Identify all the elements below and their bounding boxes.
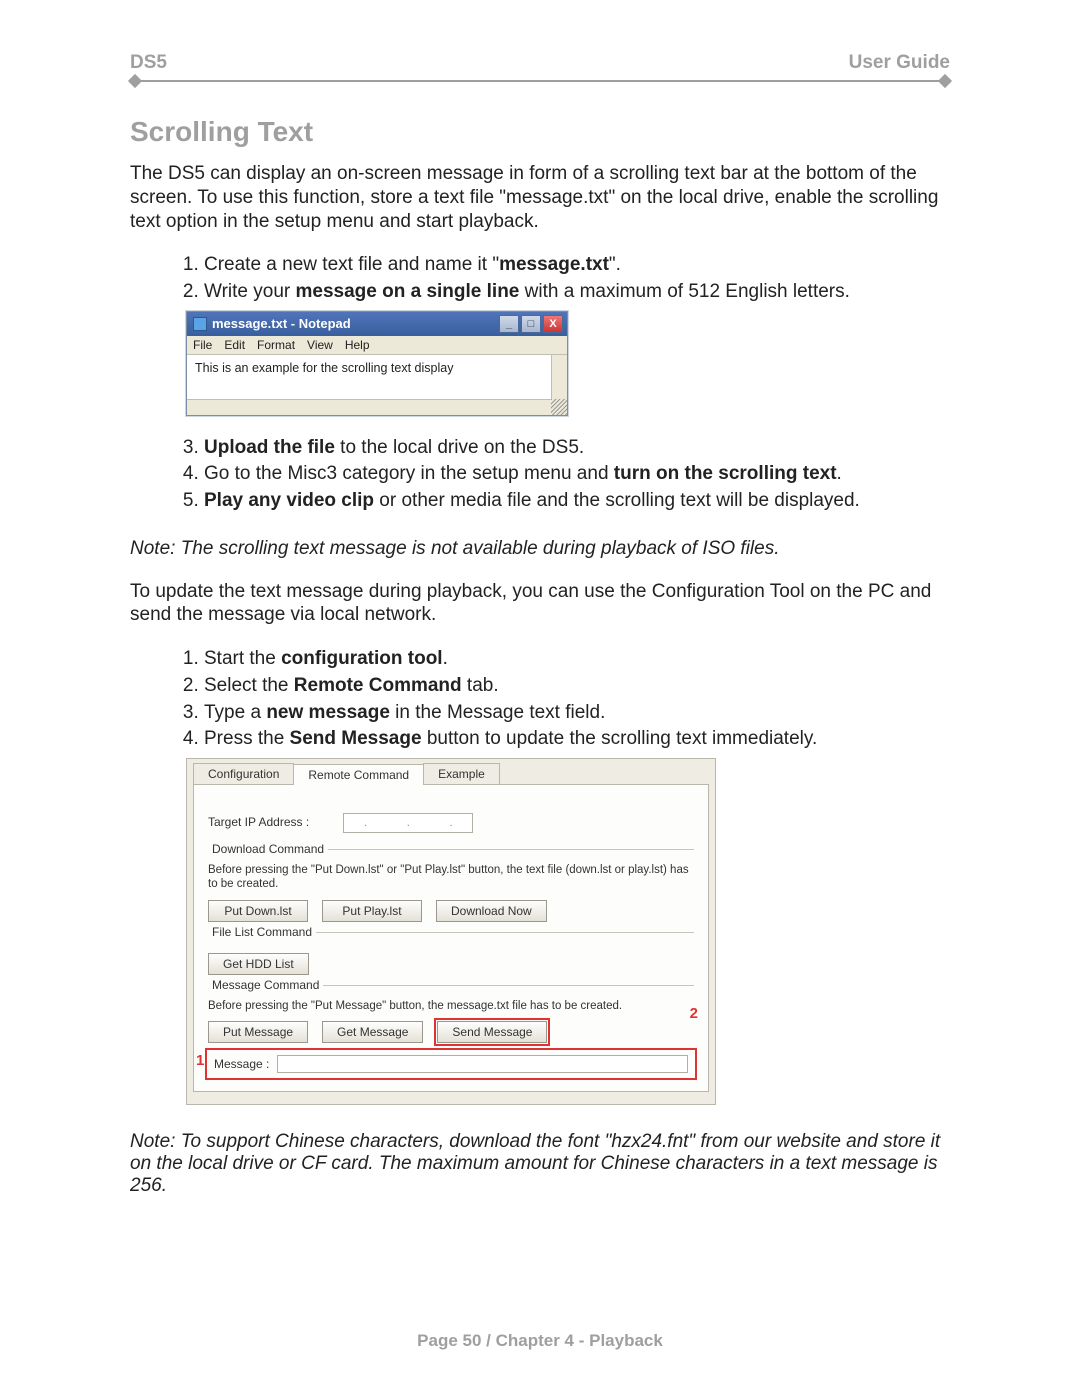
target-ip-input[interactable]: . . . — [343, 813, 473, 833]
send-message-button[interactable]: Send Message — [437, 1021, 547, 1043]
section-title: Scrolling Text — [130, 116, 950, 148]
filelist-command-group: File List Command Get HDD List — [208, 932, 694, 975]
get-hdd-button[interactable]: Get HDD List — [208, 953, 309, 975]
put-message-button[interactable]: Put Message — [208, 1021, 308, 1043]
callout-2: 2 — [690, 1005, 698, 1022]
message-command-group: Message Command Before pressing the "Put… — [208, 985, 694, 1078]
callout-1: 1 — [196, 1052, 204, 1069]
notepad-content: This is an example for the scrolling tex… — [195, 361, 453, 375]
configtool-panel: Target IP Address : . . . Download Comma… — [193, 784, 709, 1092]
step-c1: Start the configuration tool. — [204, 647, 950, 672]
note-chinese: Note: To support Chinese characters, dow… — [130, 1131, 950, 1197]
intro-paragraph: The DS5 can display an on-screen message… — [130, 162, 950, 233]
message-input[interactable] — [277, 1055, 688, 1073]
notepad-app-icon — [193, 317, 207, 331]
message-input-row: Message : — [208, 1051, 694, 1077]
document-page: DS5 User Guide Scrolling Text The DS5 ca… — [0, 0, 1080, 1257]
step-b4: Go to the Misc3 category in the setup me… — [204, 462, 950, 487]
download-command-group: Download Command Before pressing the "Pu… — [208, 849, 694, 922]
message-label: Message : — [214, 1057, 269, 1071]
configtool-tabs: Configuration Remote Command Example — [187, 759, 715, 784]
put-play-button[interactable]: Put Play.lst — [322, 900, 422, 922]
menu-format[interactable]: Format — [257, 338, 295, 352]
message-desc: Before pressing the "Put Message" button… — [208, 1000, 694, 1014]
download-desc: Before pressing the "Put Down.lst" or "P… — [208, 864, 694, 892]
header-right: User Guide — [849, 52, 950, 74]
maximize-button[interactable]: □ — [521, 315, 541, 333]
notepad-titlebar: message.txt - Notepad _ □ X — [187, 312, 567, 336]
download-group-title: Download Command — [208, 842, 328, 856]
scrollbar-horizontal[interactable] — [187, 399, 567, 415]
page-header: DS5 User Guide — [130, 52, 950, 76]
menu-file[interactable]: File — [193, 338, 212, 352]
minimize-button[interactable]: _ — [499, 315, 519, 333]
resize-grip-icon[interactable] — [551, 399, 567, 415]
step-c2: Select the Remote Command tab. — [204, 674, 950, 699]
notepad-menubar: File Edit Format View Help — [187, 336, 567, 355]
menu-view[interactable]: View — [307, 338, 333, 352]
note-iso: Note: The scrolling text message is not … — [130, 538, 950, 560]
step-b5: Play any video clip or other media file … — [204, 489, 950, 514]
steps-list-a: Create a new text file and name it "mess… — [130, 253, 950, 304]
filelist-group-title: File List Command — [208, 925, 316, 939]
header-left: DS5 — [130, 52, 167, 74]
target-ip-label: Target IP Address : — [208, 815, 340, 829]
notepad-title-text: message.txt - Notepad — [212, 316, 351, 331]
tab-example[interactable]: Example — [423, 763, 500, 784]
steps-list-b: Upload the file to the local drive on th… — [130, 436, 950, 514]
page-footer: Page 50 / Chapter 4 - Playback — [0, 1331, 1080, 1351]
message-group-title: Message Command — [208, 978, 323, 992]
step-c4: Press the Send Message button to update … — [204, 727, 950, 752]
step-c3: Type a new message in the Message text f… — [204, 701, 950, 726]
diamond-left-icon — [128, 74, 142, 88]
step-b3: Upload the file to the local drive on th… — [204, 436, 950, 461]
menu-edit[interactable]: Edit — [224, 338, 245, 352]
step-a1: Create a new text file and name it "mess… — [204, 253, 950, 278]
put-down-button[interactable]: Put Down.lst — [208, 900, 308, 922]
close-button[interactable]: X — [543, 315, 563, 333]
configtool-window: Configuration Remote Command Example Tar… — [186, 758, 716, 1105]
menu-help[interactable]: Help — [345, 338, 370, 352]
notepad-window: message.txt - Notepad _ □ X File Edit Fo… — [186, 311, 568, 416]
tab-remote-command[interactable]: Remote Command — [293, 764, 424, 785]
get-message-button[interactable]: Get Message — [322, 1021, 423, 1043]
download-now-button[interactable]: Download Now — [436, 900, 547, 922]
diamond-right-icon — [938, 74, 952, 88]
tab-configuration[interactable]: Configuration — [193, 763, 294, 784]
steps-list-c: Start the configuration tool. Select the… — [130, 647, 950, 752]
rule-line — [140, 80, 940, 82]
update-intro: To update the text message during playba… — [130, 580, 950, 628]
notepad-textarea[interactable]: This is an example for the scrolling tex… — [187, 355, 567, 415]
header-rule — [130, 76, 950, 86]
step-a2: Write your message on a single line with… — [204, 280, 950, 305]
target-ip-row: Target IP Address : . . . — [208, 813, 694, 833]
scrollbar-vertical[interactable] — [551, 355, 567, 399]
